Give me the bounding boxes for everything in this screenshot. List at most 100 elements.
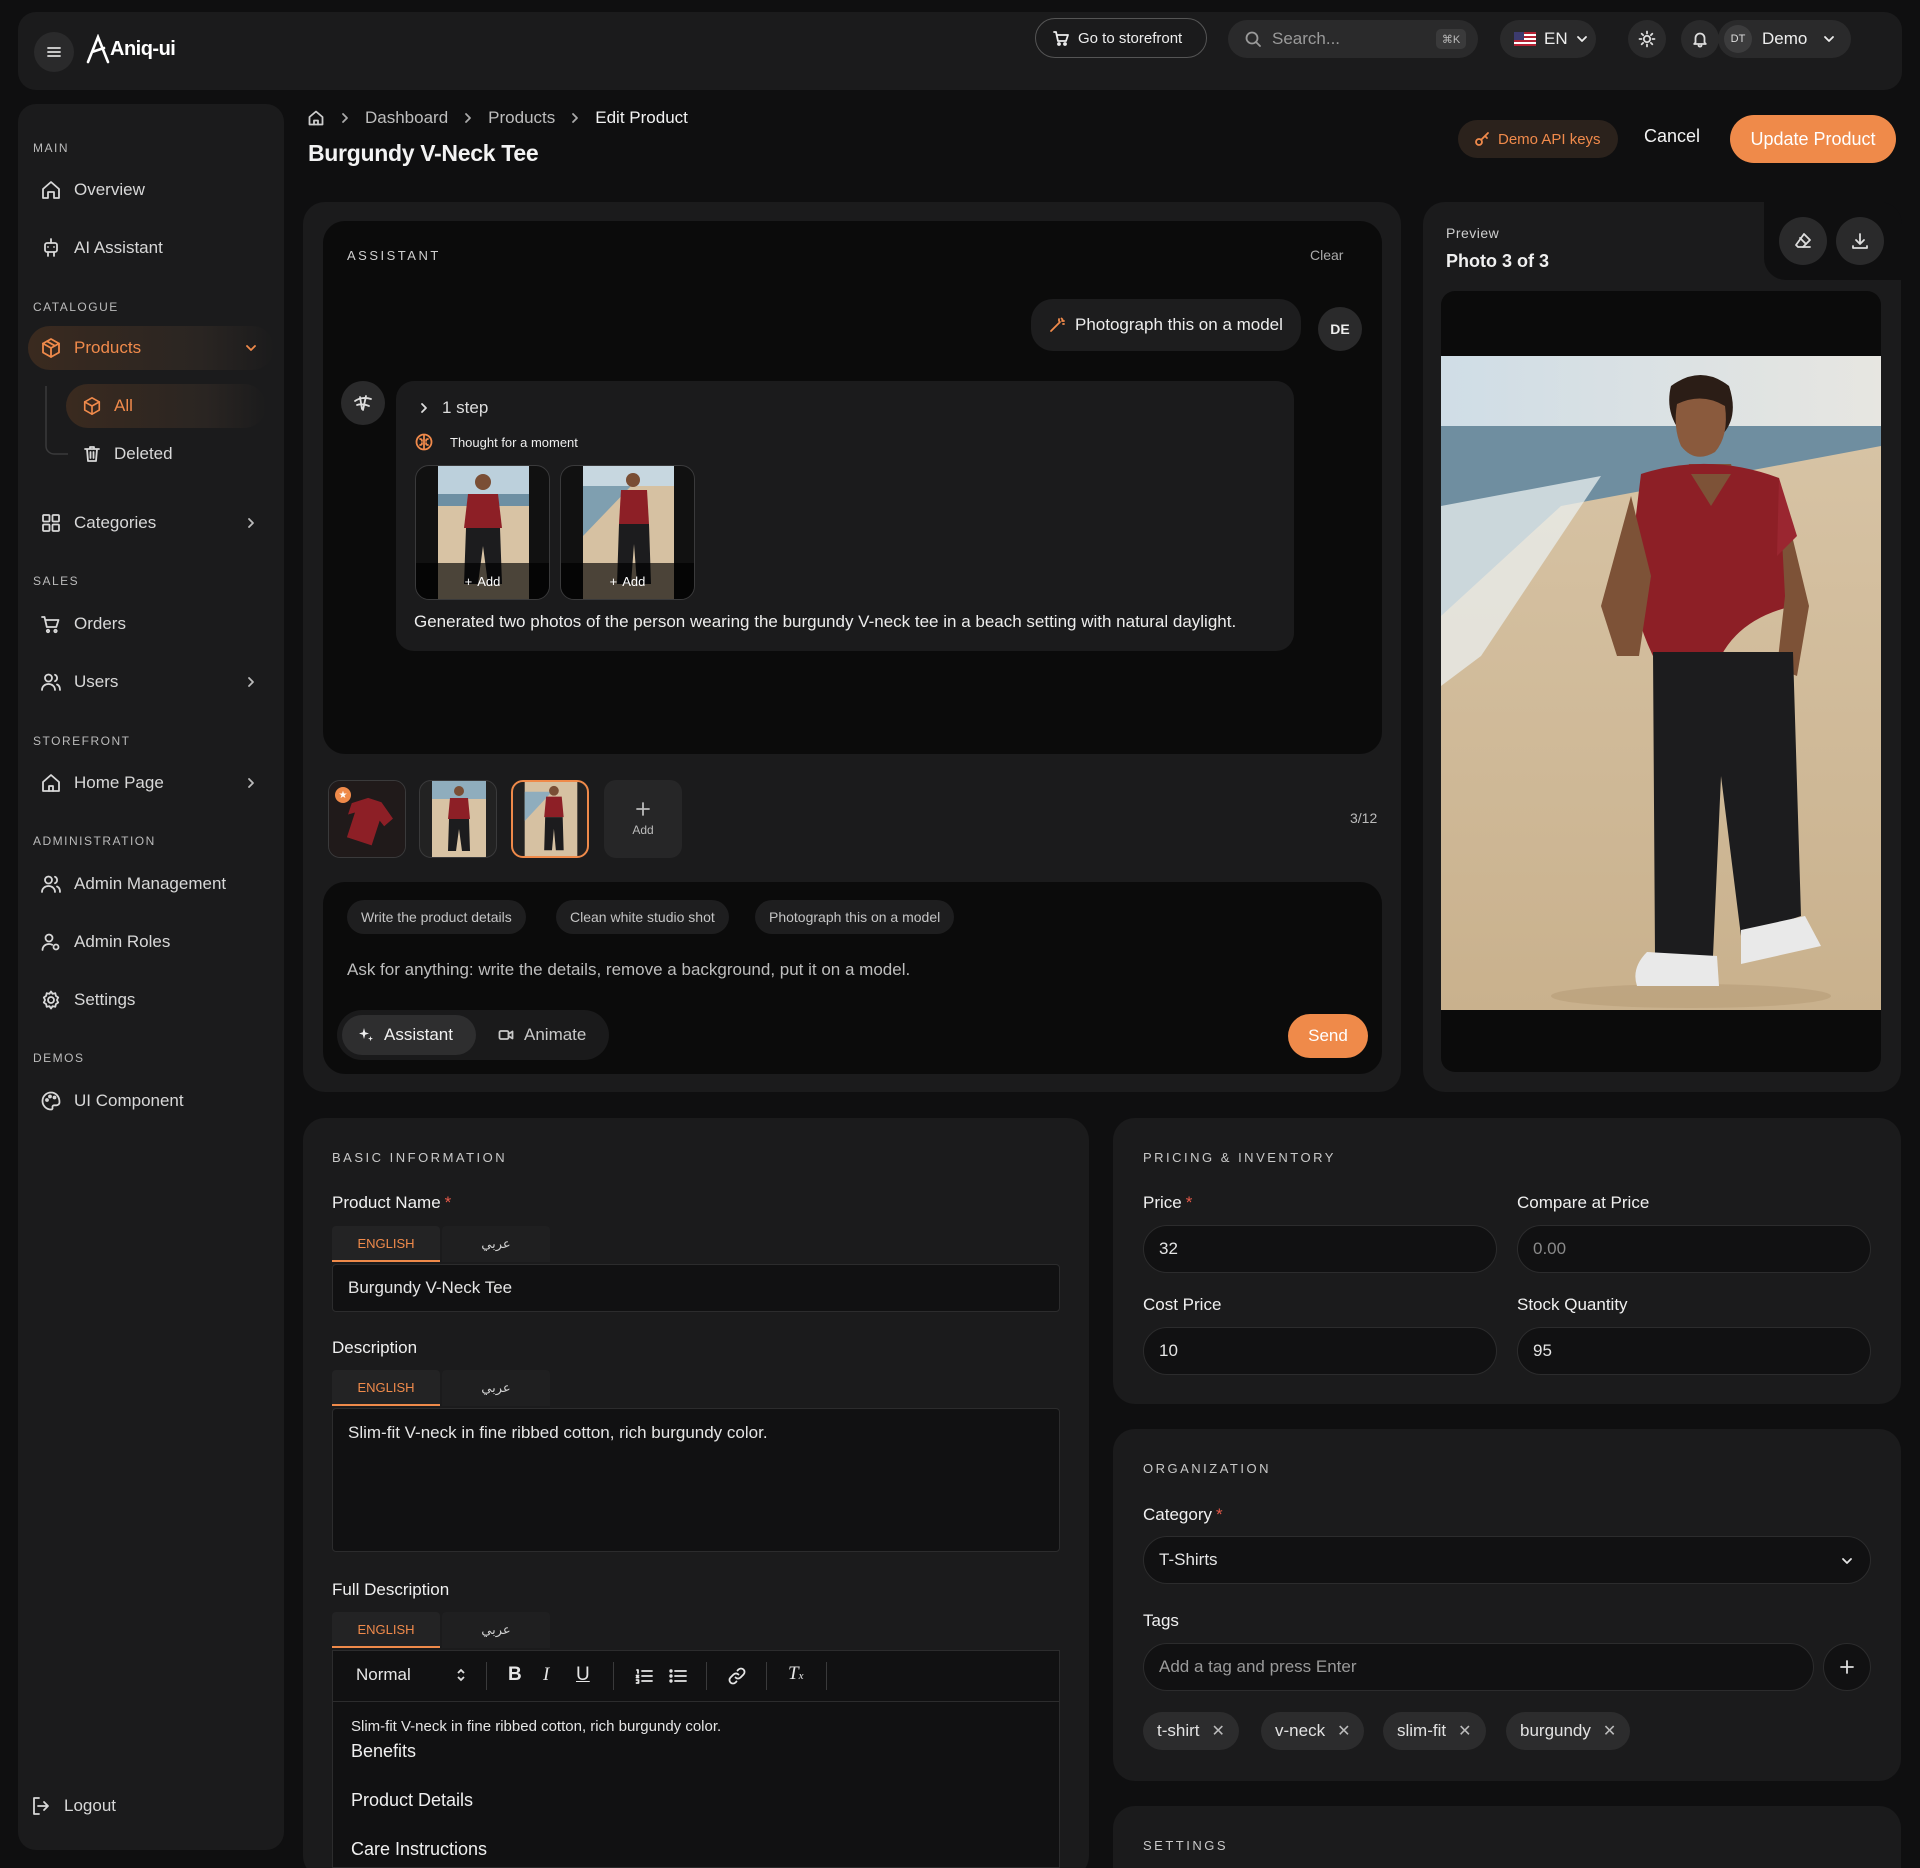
cancel-button[interactable]: Cancel [1644,126,1700,147]
sidebar-item-ui-component[interactable]: UI Component [28,1079,274,1123]
generated-photo-1[interactable]: + Add [415,465,550,600]
sidebar-item-label: Logout [64,1796,116,1815]
video-icon [498,1030,514,1040]
sidebar-item-admin-management[interactable]: Admin Management [28,862,274,906]
required-asterisk: * [1185,1193,1193,1212]
sidebar-item-home-page[interactable]: Home Page [28,761,274,805]
close-icon[interactable]: ✕ [1212,1721,1225,1741]
editor-toolbar [332,1650,1060,1702]
add-photo-1-button[interactable]: + Add [416,563,549,599]
erase-background-button[interactable] [1779,217,1827,265]
bullet-list-icon[interactable] [668,1666,688,1686]
prompt-input[interactable]: Ask for anything: write the details, rem… [347,960,910,980]
breadcrumb-products[interactable]: Products [488,108,555,128]
product-name-input[interactable]: Burgundy V-Neck Tee [332,1264,1060,1312]
menu-toggle-button[interactable] [34,32,74,72]
gallery-thumb-1[interactable]: ★ [328,780,406,858]
mode-animate-button[interactable]: Animate [498,1015,586,1055]
chevron-right-icon [421,403,427,413]
beach-model-photo [432,781,486,857]
gallery-add-button[interactable]: Add [604,780,682,858]
chevron-down-icon [1842,1558,1852,1564]
breadcrumb-current: Edit Product [595,108,688,127]
compare-price-input[interactable]: 0.00 [1517,1225,1871,1273]
search-icon [1245,31,1261,47]
stock-quantity-input[interactable]: 95 [1517,1327,1871,1375]
add-tag-button[interactable] [1823,1643,1871,1691]
editor-heading-care: Care Instructions [351,1839,488,1859]
sidebar-item-ai-assistant[interactable]: AI Assistant [28,226,274,270]
suggestion-chip-model[interactable]: Photograph this on a model [755,900,955,934]
mode-assistant-button[interactable]: Assistant [342,1015,476,1055]
sidebar-subitem-deleted[interactable]: Deleted [66,432,266,476]
tags-input[interactable]: Add a tag and press Enter [1143,1643,1814,1691]
key-icon [1475,132,1489,146]
breadcrumb-dashboard[interactable]: Dashboard [365,108,448,128]
sidebar-item-orders[interactable]: Orders [28,602,274,646]
toolbar-divider [486,1662,487,1690]
tab-english[interactable]: ENGLISH [332,1226,440,1262]
close-icon[interactable]: ✕ [1458,1721,1471,1741]
link-icon[interactable] [727,1666,747,1686]
suggestion-chip-details[interactable]: Write the product details [347,900,526,934]
price-input[interactable]: 32 [1143,1225,1497,1273]
description-textarea[interactable]: Slim-fit V-neck in fine ribbed cotton, r… [332,1408,1060,1552]
sidebar-item-label: Categories [74,513,157,532]
add-photo-2-button[interactable]: + Add [561,563,694,599]
tags-label: Tags [1143,1611,1179,1630]
sidebar-item-overview[interactable]: Overview [28,168,274,212]
assistant-title: ASSISTANT [347,248,441,263]
tab-arabic[interactable]: عربي [442,1612,550,1648]
tab-english[interactable]: ENGLISH [332,1370,440,1406]
gallery-thumb-3-selected[interactable] [511,780,589,858]
gallery-count: 3/12 [1350,810,1378,826]
thought-text: Thought for a moment [450,434,578,450]
download-button[interactable] [1836,217,1884,265]
stock-quantity-label: Stock Quantity [1517,1295,1628,1314]
preview-photo [1441,356,1881,1010]
italic-icon[interactable]: I [543,1664,549,1686]
clear-chat-button[interactable]: Clear [1310,247,1343,263]
go-to-storefront-button[interactable]: Go to storefront [1035,18,1207,58]
brand-logo[interactable]: Aniq-ui [86,34,176,64]
close-icon[interactable]: ✕ [1603,1721,1616,1741]
logout-button[interactable]: Logout [18,1784,264,1828]
generated-photo-2[interactable]: + Add [560,465,695,600]
download-icon [1852,233,1868,249]
user-menu[interactable]: DT Demo [1718,20,1851,58]
steps-toggle[interactable]: 1 step [418,398,488,418]
search-input[interactable]: Search... ⌘K [1228,20,1478,58]
sidebar-item-settings[interactable]: Settings [28,978,274,1022]
sidebar-item-users[interactable]: Users [28,660,274,704]
sidebar-item-products[interactable]: Products [28,326,274,370]
breadcrumb: Dashboard Products Edit Product [307,108,688,128]
suggestion-chip-studio[interactable]: Clean white studio shot [556,900,729,934]
gallery-thumb-2[interactable] [419,780,497,858]
category-select[interactable]: T-Shirts [1143,1536,1871,1584]
theme-toggle-button[interactable] [1628,20,1666,58]
tree-connector [45,386,68,455]
home-icon[interactable] [307,109,325,127]
clear-format-icon[interactable]: Tx [788,1663,803,1685]
compare-price-label: Compare at Price [1517,1193,1650,1212]
send-button[interactable]: Send [1288,1014,1368,1058]
sidebar-item-admin-roles[interactable]: Admin Roles [28,920,274,964]
bold-icon[interactable]: B [508,1664,522,1686]
tab-english[interactable]: ENGLISH [332,1612,440,1648]
sidebar-subitem-all[interactable]: All [66,384,266,428]
language-selector[interactable]: EN [1500,20,1596,58]
text-style-select[interactable]: Normal [356,1665,411,1685]
tab-arabic[interactable]: عربي [442,1226,550,1262]
pricing-inventory-title: PRICING & INVENTORY [1143,1150,1336,1165]
category-value: T-Shirts [1159,1550,1218,1569]
tab-arabic[interactable]: عربي [442,1370,550,1406]
update-product-button[interactable]: Update Product [1730,115,1896,163]
cost-price-input[interactable]: 10 [1143,1327,1497,1375]
sidebar-item-categories[interactable]: Categories [28,501,274,545]
close-icon[interactable]: ✕ [1337,1721,1350,1741]
underline-icon[interactable]: U [576,1664,590,1686]
user-message-bubble: Photograph this on a model [1031,299,1301,351]
notifications-button[interactable] [1681,20,1719,58]
demo-api-keys-button[interactable]: Demo API keys [1458,120,1618,158]
ordered-list-icon[interactable] [634,1666,654,1686]
